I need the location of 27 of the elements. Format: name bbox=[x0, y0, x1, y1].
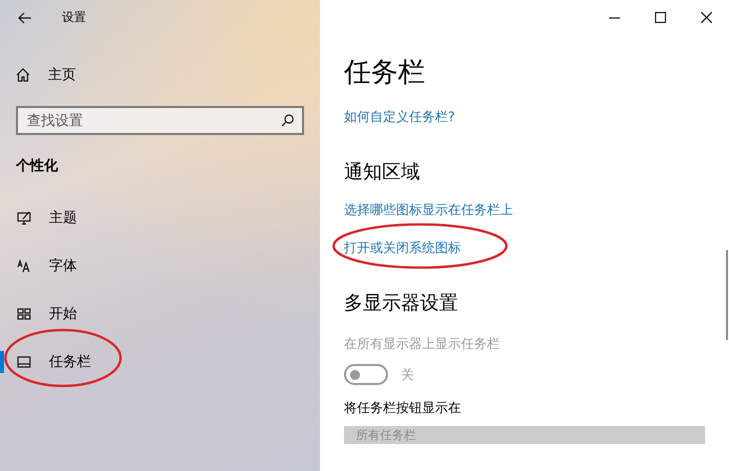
nav-item[interactable]: 主题 bbox=[17, 194, 304, 242]
search-icon bbox=[281, 114, 294, 127]
letters-icon bbox=[17, 259, 31, 273]
link[interactable]: 选择哪些图标显示在任务栏上 bbox=[344, 201, 513, 221]
section-heading: 个性化 bbox=[16, 157, 59, 176]
home-icon bbox=[16, 68, 30, 82]
close-icon bbox=[700, 12, 712, 23]
scrollbar[interactable] bbox=[726, 250, 728, 340]
section-heading: 通知区域 bbox=[344, 160, 420, 185]
window-title: 设置 bbox=[62, 9, 86, 26]
section-heading: 多显示器设置 bbox=[344, 291, 458, 316]
search-field[interactable]: 查找设置 bbox=[16, 106, 304, 135]
monitor-pen-icon bbox=[17, 211, 31, 225]
toggle-label: 在所有显示器上显示任务栏 bbox=[344, 336, 500, 354]
selection-indicator bbox=[0, 351, 4, 373]
page-title: 任务栏 bbox=[344, 56, 425, 90]
maximize-icon bbox=[654, 12, 666, 23]
nav-item[interactable]: 字体 bbox=[17, 242, 304, 290]
taskbar-icon bbox=[17, 355, 31, 369]
nav-item[interactable]: 任务栏 bbox=[17, 338, 304, 386]
back-arrow-icon bbox=[18, 12, 32, 24]
dropdown-label: 将任务栏按钮显示在 bbox=[344, 400, 461, 418]
nav-item[interactable]: 开始 bbox=[17, 290, 304, 338]
toggle-state: 关 bbox=[401, 366, 414, 384]
home-link[interactable]: 主页 bbox=[16, 66, 304, 84]
link[interactable]: 如何自定义任务栏? bbox=[344, 108, 455, 128]
tiles-icon bbox=[17, 307, 31, 321]
